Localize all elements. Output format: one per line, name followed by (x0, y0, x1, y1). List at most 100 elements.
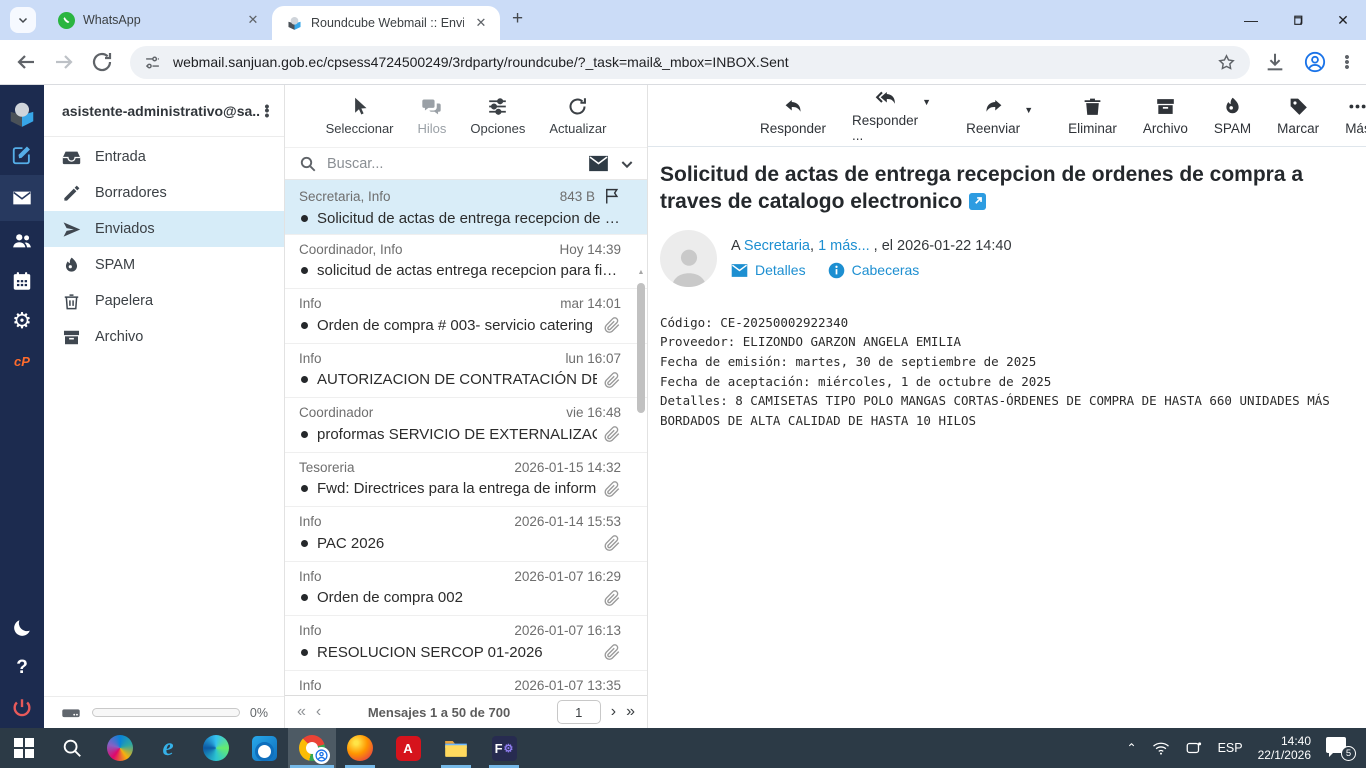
external-link-icon[interactable] (969, 190, 986, 207)
contacts-icon[interactable] (0, 221, 44, 261)
delete-button[interactable]: Eliminar (1068, 96, 1117, 136)
taskbar-search-button[interactable] (48, 728, 96, 768)
spam-button[interactable]: SPAM (1214, 96, 1251, 136)
sidebar-item-spam[interactable]: SPAM (44, 247, 284, 283)
copilot-button[interactable] (96, 728, 144, 768)
mail-module-icon[interactable] (0, 175, 44, 221)
trash-icon (1082, 96, 1103, 117)
account-menu-icon[interactable]: ••• (260, 104, 274, 118)
reply-all-caret-icon[interactable]: ▼ (922, 97, 931, 107)
refresh-button[interactable]: Actualizar (549, 96, 606, 136)
list-toolbar: Seleccionar Hilos Opciones Actualizar (285, 85, 647, 147)
close-tab-icon[interactable]: ✕ (472, 14, 490, 32)
url-text[interactable]: webmail.sanjuan.gob.ec/cpsess4724500249/… (173, 54, 1217, 70)
logout-power-icon[interactable] (0, 688, 44, 728)
message-list-row[interactable]: Info lun 16:07 AUTORIZACION DE CONTRATAC… (285, 344, 647, 399)
site-settings-icon[interactable] (144, 54, 161, 71)
message-rows: Secretaria, Info 843 B Solicitud de acta… (285, 180, 647, 695)
back-icon[interactable] (14, 50, 38, 74)
outlook-button[interactable] (240, 728, 288, 768)
chrome-button[interactable] (288, 728, 336, 768)
message-list-row[interactable]: Tesoreria 2026-01-15 14:32 Fwd: Directri… (285, 453, 647, 508)
tab-search-button[interactable] (10, 7, 36, 33)
first-page-icon[interactable]: « (297, 703, 306, 721)
page-number-input[interactable] (557, 700, 601, 724)
meet-now-icon[interactable] (1185, 739, 1203, 757)
message-list-row[interactable]: Coordinador vie 16:48 proformas SERVICIO… (285, 398, 647, 453)
close-tab-icon[interactable]: ✕ (244, 11, 262, 29)
settings-gear-icon[interactable]: ⚙ (0, 301, 44, 341)
list-scrollbar[interactable]: ▲ ▼ (636, 267, 646, 768)
forward-caret-icon[interactable]: ▼ (1024, 105, 1033, 115)
message-list-row[interactable]: Info 2026-01-07 13:35 (285, 671, 647, 696)
tray-expand-icon[interactable]: ⌃ (1127, 741, 1137, 755)
sidebar-item-entrada[interactable]: Entrada (44, 139, 284, 175)
sidebar-item-archivo[interactable]: Archivo (44, 319, 284, 355)
reload-icon[interactable] (90, 50, 114, 74)
threads-button[interactable]: Hilos (418, 96, 447, 136)
compose-icon[interactable] (0, 135, 44, 175)
scrollbar-thumb[interactable] (637, 283, 645, 413)
help-icon[interactable]: ? (0, 648, 44, 688)
minimize-button[interactable]: — (1228, 0, 1274, 40)
message-list-row[interactable]: Coordinador, Info Hoy 14:39 solicitud de… (285, 235, 647, 290)
message-list-row[interactable]: Info 2026-01-07 16:13 RESOLUCION SERCOP … (285, 616, 647, 671)
new-tab-button[interactable]: + (512, 8, 523, 30)
message-list-row[interactable]: Info 2026-01-14 15:53 PAC 2026 (285, 507, 647, 562)
message-list-row[interactable]: Secretaria, Info 843 B Solicitud de acta… (285, 180, 647, 235)
headers-toggle[interactable]: Cabeceras (828, 262, 920, 279)
restore-button[interactable] (1274, 0, 1320, 40)
select-button[interactable]: Seleccionar (326, 96, 394, 136)
start-button[interactable] (0, 728, 48, 768)
language-indicator[interactable]: ESP (1218, 741, 1243, 755)
mark-button[interactable]: Marcar (1277, 96, 1319, 136)
profile-icon[interactable] (1304, 51, 1326, 73)
forward-icon[interactable] (52, 50, 76, 74)
search-input[interactable] (327, 156, 578, 172)
fire-icon (1222, 96, 1243, 117)
fs-app-button[interactable]: F⚙ (480, 728, 528, 768)
archive-button[interactable]: Archivo (1143, 96, 1188, 136)
sidebar-item-papelera[interactable]: Papelera (44, 283, 284, 319)
calendar-icon[interactable] (0, 261, 44, 301)
downloads-icon[interactable] (1264, 51, 1286, 73)
last-page-icon[interactable]: » (626, 703, 635, 721)
cpanel-logo[interactable]: cP (0, 341, 44, 381)
file-explorer-button[interactable] (432, 728, 480, 768)
message-subject: solicitud de actas entrega recepcion par… (317, 262, 621, 279)
options-button[interactable]: Opciones (470, 96, 525, 136)
more-recipients-link[interactable]: 1 más... (818, 238, 870, 254)
reply-button[interactable]: Responder (760, 96, 826, 136)
flag-icon[interactable] (603, 187, 621, 205)
next-page-icon[interactable]: › (611, 703, 616, 721)
clock[interactable]: 14:40 22/1/2026 (1258, 734, 1311, 762)
search-icon (61, 737, 83, 759)
message-list-row[interactable]: Info 2026-01-07 16:29 Orden de compra 00… (285, 562, 647, 617)
close-window-button[interactable]: ✕ (1320, 0, 1366, 40)
reply-all-button[interactable]: Responder ... ▼ (852, 88, 918, 143)
forward-button[interactable]: Reenviar ▼ (966, 96, 1020, 136)
recipient-link[interactable]: Secretaria (744, 238, 810, 254)
message-list-row[interactable]: Info mar 14:01 Orden de compra # 003- se… (285, 289, 647, 344)
dark-mode-moon-icon[interactable] (0, 608, 44, 648)
tab-whatsapp[interactable]: WhatsApp ✕ (44, 0, 272, 40)
sidebar-item-borradores[interactable]: Borradores (44, 175, 284, 211)
more-button[interactable]: Más (1345, 96, 1366, 136)
notifications-button[interactable]: 5 (1326, 735, 1356, 761)
browser-menu-icon[interactable]: ••• (1344, 55, 1350, 70)
tab-roundcube[interactable]: Roundcube Webmail :: Enviados ✕ (272, 6, 500, 40)
edge-button[interactable] (192, 728, 240, 768)
search-scope-mail-icon[interactable] (588, 155, 609, 172)
url-bar[interactable]: webmail.sanjuan.gob.ec/cpsess4724500249/… (130, 46, 1250, 79)
sidebar-item-enviados[interactable]: Enviados (44, 211, 284, 247)
bookmark-star-icon[interactable] (1217, 53, 1236, 72)
details-toggle[interactable]: Detalles (731, 262, 806, 279)
firefox-button[interactable] (336, 728, 384, 768)
search-options-chevron-icon[interactable] (619, 156, 635, 172)
internet-explorer-button[interactable]: e (144, 728, 192, 768)
internet-explorer-icon: e (162, 734, 173, 762)
wifi-icon[interactable] (1152, 739, 1170, 757)
scroll-up-icon[interactable]: ▲ (636, 269, 646, 276)
acrobat-button[interactable]: A (384, 728, 432, 768)
prev-page-icon[interactable]: ‹ (316, 703, 321, 721)
